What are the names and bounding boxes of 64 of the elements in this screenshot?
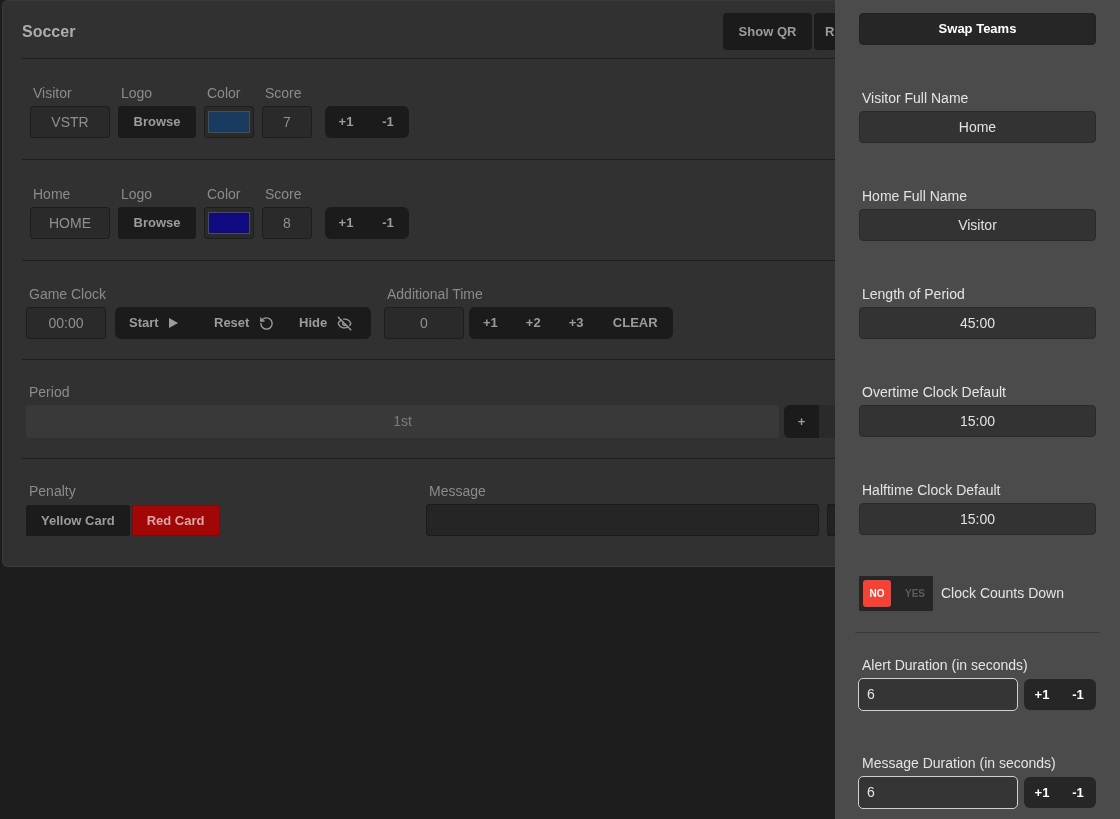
settings-field[interactable]: 45:00 [859,307,1096,339]
duration-step-button[interactable]: -1 [1060,679,1096,710]
field-label: Color [207,186,241,202]
score-step-button[interactable]: +1 [325,106,367,138]
toggle-label: Clock Counts Down [941,584,1064,603]
cut-off-button[interactable] [827,504,835,536]
score-field[interactable]: 7 [262,106,312,138]
duration-field[interactable]: 6 [858,776,1018,809]
duration-step-button[interactable]: +1 [1024,777,1060,808]
clock-control-button[interactable]: Reset [200,307,285,339]
field-label: Home [33,186,71,202]
field-label: Penalty [29,483,76,499]
settings-field[interactable]: 15:00 [859,405,1096,437]
field-label: Overtime Clock Default [862,384,1006,400]
field-label: Additional Time [387,286,483,302]
header-button[interactable]: R [814,13,835,50]
play-icon [168,318,178,328]
field-label: Logo [121,85,153,101]
field-label: Alert Duration (in seconds) [862,657,1028,673]
field-label: Period [29,384,70,400]
counterclockwise-arrow-icon [259,315,275,331]
field-label: Message [429,483,486,499]
field-label: Home Full Name [862,188,968,204]
clock-control-button[interactable]: Hide [285,307,370,339]
score-field[interactable]: 8 [262,207,312,239]
game-clock-field[interactable]: 00:00 [26,307,106,339]
field-label: Game Clock [29,286,107,302]
settings-field[interactable]: Visitor [859,209,1096,241]
panel-title: Soccer [22,22,76,40]
penalty-card-button[interactable]: Yellow Card [26,505,130,536]
score-step-button[interactable]: -1 [367,207,409,239]
additional-time-button[interactable]: +1 [469,307,512,339]
team-abbreviation-field[interactable]: HOME [30,207,110,239]
field-label: Length of Period [862,286,965,302]
swap-teams-button[interactable]: Swap Teams [859,13,1096,45]
field-label: Score [265,186,302,202]
clock-control-button[interactable]: Start [115,307,200,339]
team-abbreviation-field[interactable]: VSTR [30,106,110,138]
eye-slash-icon [337,315,353,331]
settings-field[interactable]: Home [859,111,1096,143]
score-step-button[interactable]: +1 [325,207,367,239]
field-label: Message Duration (in seconds) [862,755,1056,771]
header-button[interactable]: Show QR [723,13,812,50]
field-label: Logo [121,186,153,202]
browse-button[interactable]: Browse [118,106,196,138]
additional-time-field[interactable]: 0 [384,307,464,339]
duration-field[interactable]: 6 [858,678,1018,711]
field-label: Visitor [33,85,72,101]
settings-field[interactable]: 15:00 [859,503,1096,535]
browse-button[interactable]: Browse [118,207,196,239]
score-step-button[interactable]: -1 [367,106,409,138]
penalty-card-button[interactable]: Red Card [131,505,220,536]
additional-time-button[interactable]: +2 [511,307,555,339]
field-label: Halftime Clock Default [862,482,1001,498]
period-step-button[interactable]: + [784,405,819,438]
additional-time-button[interactable]: +3 [554,307,598,339]
stepper-button[interactable] [819,405,835,438]
period-display: 1st [26,405,779,438]
additional-time-button[interactable]: CLEAR [597,307,673,339]
field-label: Color [207,85,241,101]
duration-step-button[interactable]: -1 [1060,777,1096,808]
field-label: Visitor Full Name [862,90,969,106]
duration-step-button[interactable]: +1 [1024,679,1060,710]
field-label: Score [265,85,302,101]
